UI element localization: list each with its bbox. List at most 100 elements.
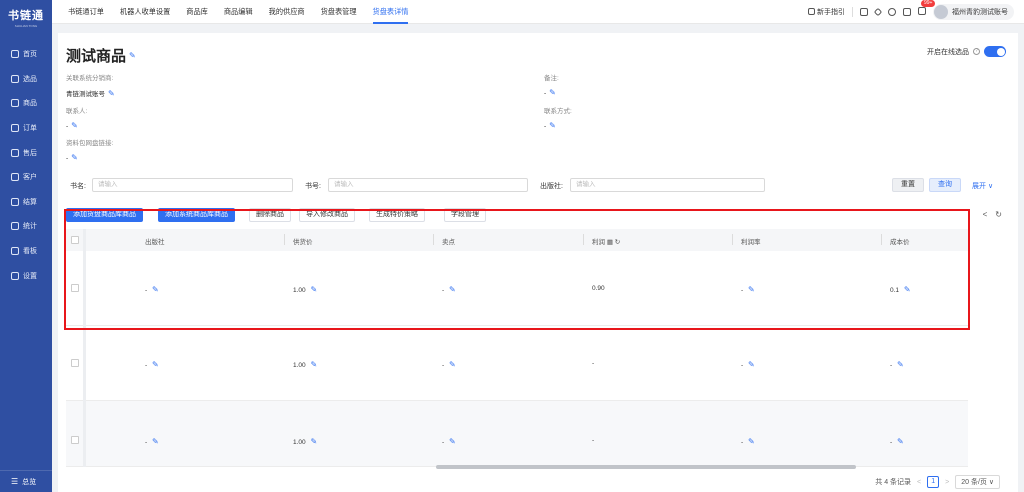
- edit-icon[interactable]: ✎: [904, 285, 911, 294]
- share-icon[interactable]: <: [983, 210, 988, 219]
- select-all-checkbox[interactable]: [71, 236, 79, 244]
- total-records: 共 4 条记录: [875, 479, 912, 486]
- refresh-profit-icon[interactable]: ↻: [615, 239, 620, 246]
- edit-icon[interactable]: ✎: [449, 360, 456, 369]
- edit-icon[interactable]: ✎: [310, 285, 317, 294]
- delete-goods-button[interactable]: 删除商品: [249, 208, 291, 222]
- sidebar-item-board[interactable]: 看板: [0, 239, 52, 264]
- edit-icon[interactable]: ✎: [310, 437, 317, 446]
- customer-icon: [11, 173, 19, 182]
- cell-value: -: [442, 439, 445, 446]
- sidebar-item-order[interactable]: 订单: [0, 116, 52, 141]
- sidebar-item-customer[interactable]: 客户: [0, 165, 52, 190]
- cell-cost: - ✎: [890, 360, 904, 369]
- cell-profit-rate: - ✎: [741, 285, 755, 294]
- edit-icon[interactable]: ✎: [108, 89, 115, 98]
- refresh-icon[interactable]: ↻: [995, 210, 1002, 219]
- tab-pallet-detail[interactable]: 货盘表详情: [365, 0, 417, 24]
- tab-goods-library[interactable]: 商品库: [178, 0, 216, 24]
- guide-link[interactable]: 新手指引: [808, 7, 845, 17]
- tab-robot-settings[interactable]: 机器人收单设置: [112, 0, 178, 24]
- page-size-select[interactable]: 20 条/页 ∨: [955, 475, 1000, 489]
- cell-value: -: [741, 362, 744, 369]
- user-menu[interactable]: 福州青豹测试账号: [933, 4, 1014, 20]
- chevron-down-icon: ∨: [987, 183, 994, 190]
- page-1[interactable]: 1: [927, 476, 940, 488]
- goods-table: 出版社 供货价 卖点 利润 ▦ ↻ 利润率 成本价 - ✎ 1.00 ✎ - ✎…: [66, 229, 968, 467]
- edit-title-icon[interactable]: ✎: [129, 51, 136, 60]
- edit-icon[interactable]: ✎: [152, 285, 159, 294]
- sidebar: 书链通 SHULIAN TONG 首页 选品 商品 订单 售后 客户 结算 统计…: [0, 0, 52, 492]
- add-system-goods-button[interactable]: 添加系统商品库商品: [158, 208, 235, 222]
- tab-pallet-manage[interactable]: 货盘表管理: [313, 0, 365, 24]
- table-row[interactable]: - ✎ 1.00 ✎ - ✎ - - ✎ - ✎: [66, 326, 968, 401]
- sidebar-item-stats[interactable]: 统计: [0, 214, 52, 239]
- tab-order[interactable]: 书链通订单: [60, 0, 112, 24]
- online-select-toggle[interactable]: [984, 46, 1006, 57]
- sidebar-item-select[interactable]: 选品: [0, 67, 52, 92]
- book-name-input[interactable]: 请输入: [92, 178, 293, 192]
- overview-label: 总览: [22, 478, 37, 486]
- field-label: 联系人:: [66, 108, 88, 115]
- next-page-icon[interactable]: >: [945, 479, 949, 486]
- publisher-input[interactable]: 请输入: [570, 178, 765, 192]
- edit-icon[interactable]: ✎: [549, 88, 556, 97]
- cell-selling-point: - ✎: [442, 285, 456, 294]
- cell-cost: - ✎: [890, 437, 904, 446]
- edit-icon[interactable]: ✎: [549, 121, 556, 130]
- sidebar-item-goods[interactable]: 商品: [0, 91, 52, 116]
- tab-my-suppliers[interactable]: 我的供应商: [261, 0, 313, 24]
- headset-icon[interactable]: [888, 8, 896, 16]
- edit-icon[interactable]: ✎: [310, 360, 317, 369]
- edit-icon[interactable]: ✎: [748, 360, 755, 369]
- edit-icon[interactable]: ✎: [152, 360, 159, 369]
- edit-icon[interactable]: ✎: [71, 153, 78, 162]
- edit-icon[interactable]: ✎: [897, 360, 904, 369]
- table-row[interactable]: - ✎ 1.00 ✎ - ✎ - - ✎ - ✎: [66, 401, 968, 467]
- cell-profit: -: [592, 360, 595, 367]
- calculator-icon[interactable]: ▦: [607, 239, 613, 246]
- row-checkbox[interactable]: [71, 436, 79, 444]
- row-checkbox[interactable]: [71, 284, 79, 292]
- diamond-icon[interactable]: [873, 7, 883, 17]
- expand-toggle[interactable]: 展开 ∨: [972, 181, 993, 191]
- sidebar-item-settings[interactable]: 设置: [0, 263, 52, 288]
- tab-goods-edit[interactable]: 商品编辑: [216, 0, 261, 24]
- import-edit-button[interactable]: 导入修改商品: [299, 208, 355, 222]
- edit-icon[interactable]: ✎: [71, 121, 78, 130]
- table-header: 出版社 供货价 卖点 利润 ▦ ↻ 利润率 成本价: [66, 229, 968, 251]
- reset-button[interactable]: 重置: [892, 178, 924, 192]
- download-icon[interactable]: [860, 8, 868, 16]
- edit-icon[interactable]: ✎: [152, 437, 159, 446]
- notification[interactable]: 99+: [918, 0, 936, 17]
- sidebar-item-label: 选品: [23, 75, 37, 83]
- sidebar-item-home[interactable]: 首页: [0, 42, 52, 67]
- query-button[interactable]: 查询: [929, 178, 961, 192]
- add-pallet-goods-button[interactable]: 添加货盘商品库商品: [66, 208, 143, 222]
- field-manage-button[interactable]: 字段管理: [444, 208, 486, 222]
- edit-icon[interactable]: ✎: [449, 285, 456, 294]
- sidebar-overview[interactable]: ☰ 总览: [0, 470, 52, 492]
- prev-page-icon[interactable]: <: [917, 479, 921, 486]
- sidebar-item-aftersale[interactable]: 售后: [0, 140, 52, 165]
- edit-icon[interactable]: ✎: [897, 437, 904, 446]
- cell-value: -: [741, 439, 744, 446]
- row-checkbox[interactable]: [71, 359, 79, 367]
- table-row[interactable]: - ✎ 1.00 ✎ - ✎ 0.90 - ✎ 0.1 ✎: [66, 251, 968, 326]
- doc-icon[interactable]: [903, 8, 911, 16]
- edit-icon[interactable]: ✎: [748, 437, 755, 446]
- edit-icon[interactable]: ✎: [748, 285, 755, 294]
- special-price-button[interactable]: 生成特价策略: [369, 208, 425, 222]
- col-supply-price: 供货价: [293, 239, 313, 246]
- app-logo[interactable]: 书链通 SHULIAN TONG: [0, 0, 52, 34]
- sidebar-item-settlement[interactable]: 结算: [0, 190, 52, 215]
- isbn-input[interactable]: 请输入: [328, 178, 528, 192]
- main-content: 测试商品 ✎ 开启在线选品 ? 关联系统分销商: 青链测试账号 ✎ 备注: - ✎ …: [58, 33, 1018, 492]
- edit-icon[interactable]: ✎: [449, 437, 456, 446]
- settlement-icon: [11, 197, 19, 206]
- horizontal-scrollbar[interactable]: [436, 465, 856, 469]
- stats-icon: [11, 222, 19, 231]
- help-icon[interactable]: ?: [973, 48, 980, 55]
- cell-profit-rate: - ✎: [741, 437, 755, 446]
- cell-selling-point: - ✎: [442, 437, 456, 446]
